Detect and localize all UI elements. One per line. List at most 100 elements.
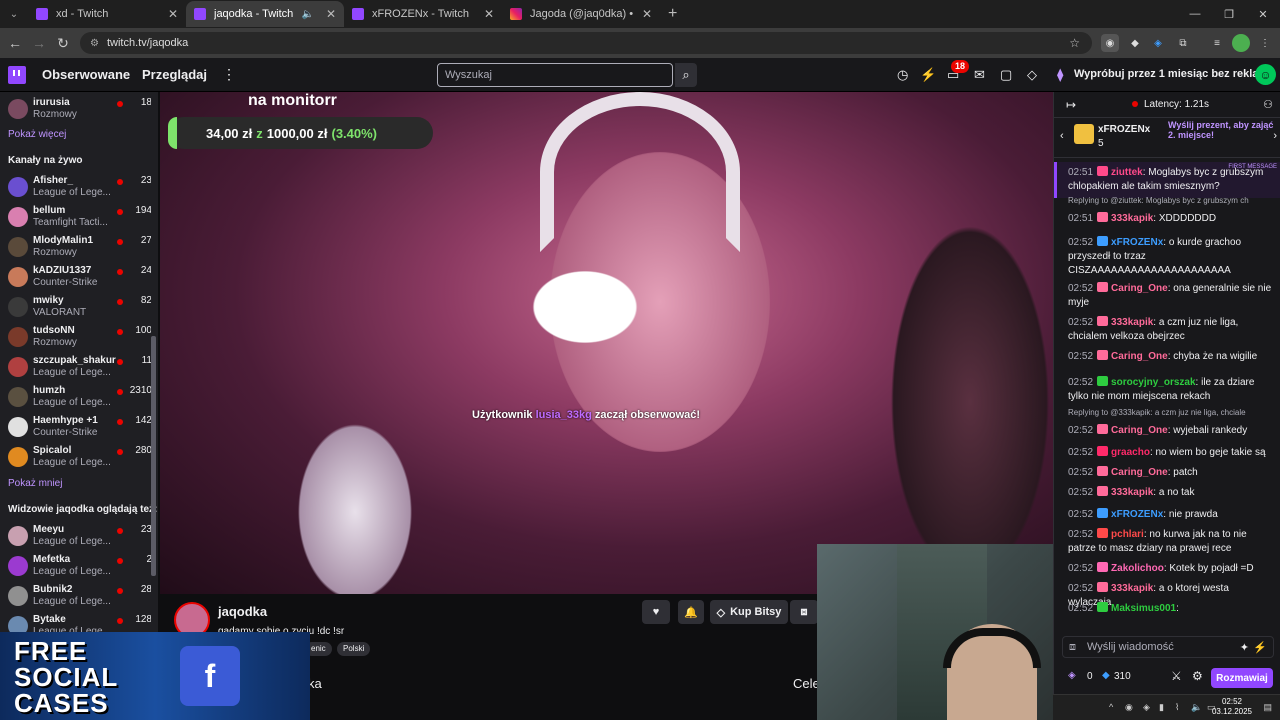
sidebar-channel[interactable]: mwiky VALORANT 82 bbox=[6, 294, 152, 322]
clock[interactable]: 02:52 03.12.2025 bbox=[1212, 697, 1252, 717]
search-input[interactable]: Wyszukaj bbox=[437, 63, 673, 87]
ad-banner[interactable]: FREE SOCIAL CASES f bbox=[0, 632, 310, 720]
sidebar-channel[interactable]: Haemhype +1 Counter-Strike 142 bbox=[6, 414, 152, 442]
chat-badge-icon[interactable] bbox=[1097, 424, 1109, 434]
close-tab-icon[interactable]: ✕ bbox=[484, 7, 494, 21]
chat-badge-icon[interactable] bbox=[1097, 316, 1109, 326]
chevron-left-icon[interactable]: ‹ bbox=[1060, 130, 1064, 142]
inbox-icon[interactable]: ▢ bbox=[1000, 67, 1012, 83]
tray-volume-icon[interactable]: 🔈 bbox=[1191, 702, 1202, 713]
restore-icon[interactable]: ❐ bbox=[1212, 0, 1246, 28]
chat-input[interactable]: ⧈ Wyślij wiadomość ✦ ⚡ bbox=[1062, 636, 1274, 658]
buy-bits-button[interactable]: ◇ Kup Bitsy bbox=[710, 600, 788, 624]
chat-badge-icon[interactable] bbox=[1097, 562, 1109, 572]
message-username[interactable]: Caring_One bbox=[1111, 425, 1168, 436]
drops-icon[interactable]: ◇ bbox=[1027, 67, 1037, 83]
emote-icon[interactable]: ✦ bbox=[1240, 641, 1249, 654]
sidebar-channel[interactable]: Bubnik2 League of Lege... 28 bbox=[6, 583, 152, 611]
browser-tab[interactable]: xFROZENx - Twitch ✕ bbox=[344, 1, 502, 27]
reply-context[interactable]: Replying to @333kapik: a czm juz nie lig… bbox=[1068, 408, 1274, 417]
sidebar-channel[interactable]: Meeyu League of Lege... 23 bbox=[6, 523, 152, 551]
chevron-right-icon[interactable]: › bbox=[1273, 130, 1277, 142]
close-tab-icon[interactable]: ✕ bbox=[642, 7, 652, 21]
chat-badge-icon[interactable] bbox=[1097, 350, 1109, 360]
site-info-icon[interactable]: ⚙ bbox=[90, 38, 99, 49]
sidebar-channel[interactable]: szczupak_shakur League of Lege... 11 bbox=[6, 354, 152, 382]
extension-icon[interactable]: ◆ bbox=[1126, 34, 1144, 52]
tray-app-icon[interactable]: ◈ bbox=[1143, 702, 1150, 713]
tray-microphone-icon[interactable]: ▮ bbox=[1159, 702, 1164, 713]
extensions-puzzle-icon[interactable]: ⧉ bbox=[1174, 34, 1192, 52]
user-avatar[interactable]: ☺ bbox=[1255, 64, 1276, 85]
chat-badge-icon[interactable] bbox=[1097, 508, 1109, 518]
sidebar-channel[interactable]: tudsoNN Rozmowy 100 bbox=[6, 324, 152, 352]
twitch-logo-icon[interactable] bbox=[8, 66, 26, 84]
message-username[interactable]: 333kapik bbox=[1111, 317, 1153, 328]
back-icon[interactable]: ← bbox=[3, 35, 27, 51]
message-username[interactable]: Caring_One bbox=[1111, 467, 1168, 478]
sidebar-channel[interactable]: irurusia Rozmowy 18 bbox=[6, 96, 152, 124]
sidebar-channel[interactable]: bellum Teamfight Tacti... 194 bbox=[6, 204, 152, 232]
chat-badge-icon[interactable] bbox=[1097, 528, 1109, 538]
sidebar-scrollbar[interactable] bbox=[151, 92, 156, 632]
stream-tag[interactable]: Polski bbox=[337, 642, 371, 656]
sidebar-channel[interactable]: Bytake League of Lege... 128 bbox=[6, 613, 152, 632]
community-icon[interactable]: ⚇ bbox=[1263, 98, 1273, 111]
message-username[interactable]: xFROZENx bbox=[1111, 237, 1163, 248]
bookmark-star-icon[interactable]: ☆ bbox=[1069, 36, 1080, 50]
reload-icon[interactable]: ↻ bbox=[51, 35, 75, 52]
message-username[interactable]: sorocyjny_orszak bbox=[1111, 377, 1196, 388]
turbo-promo-button[interactable]: Wypróbuj przez 1 miesiąc bez reklam bbox=[1074, 68, 1268, 80]
gift-prompt[interactable]: Wyślij prezent, aby zająć 2. miejsce! bbox=[1168, 120, 1276, 140]
tray-chevron-icon[interactable]: ^ bbox=[1109, 702, 1113, 712]
close-tab-icon[interactable]: ✕ bbox=[168, 7, 178, 21]
sidebar-channel[interactable]: Spicalol League of Lege... 280 bbox=[6, 444, 152, 472]
message-username[interactable]: 333kapik bbox=[1111, 487, 1153, 498]
sidebar-channel[interactable]: humzh League of Lege... 2310 bbox=[6, 384, 152, 412]
chat-badge-icon[interactable] bbox=[1097, 446, 1109, 456]
gift-icon[interactable]: ⧈ bbox=[790, 600, 818, 624]
sidebar-channel[interactable]: MlodyMalin1 Rozmowy 27 bbox=[6, 234, 152, 262]
nav-browse[interactable]: Przeglądaj bbox=[142, 67, 207, 82]
chat-send-button[interactable]: Rozmawiaj bbox=[1211, 668, 1273, 688]
browser-tab[interactable]: xd - Twitch ✕ bbox=[28, 1, 186, 27]
message-username[interactable]: Caring_One bbox=[1111, 283, 1168, 294]
chat-settings-small-icon[interactable]: ⧈ bbox=[1069, 641, 1076, 654]
chat-settings-icon[interactable]: ⚙ bbox=[1192, 669, 1203, 683]
browser-tab-active[interactable]: jaqodka - Twitch 🔈 ✕ bbox=[186, 1, 344, 27]
more-menu-icon[interactable]: ⋮ bbox=[222, 66, 236, 83]
activity-icon[interactable]: ◷ bbox=[897, 67, 908, 83]
close-window-icon[interactable]: ✕ bbox=[1246, 0, 1280, 28]
tray-wifi-icon[interactable]: ⌇ bbox=[1175, 702, 1179, 713]
tab-list-icon[interactable]: ≡ bbox=[1208, 34, 1226, 52]
message-username[interactable]: Maksimus001 bbox=[1111, 603, 1176, 614]
browser-menu-icon[interactable]: ⋮ bbox=[1256, 34, 1274, 52]
message-username[interactable]: 333kapik bbox=[1111, 583, 1153, 594]
message-username[interactable]: Zakolichoo bbox=[1111, 563, 1164, 574]
new-tab-icon[interactable]: + bbox=[668, 5, 677, 23]
whispers-icon[interactable]: ✉ bbox=[974, 67, 985, 83]
message-username[interactable]: Caring_One bbox=[1111, 351, 1168, 362]
forward-icon[interactable]: → bbox=[27, 35, 51, 51]
profile-icon[interactable] bbox=[1232, 34, 1250, 52]
sidebar-channel[interactable]: Afisher_ League of Lege... 23 bbox=[6, 174, 152, 202]
scrollbar-thumb[interactable] bbox=[151, 336, 156, 576]
chat-badge-icon[interactable] bbox=[1097, 466, 1109, 476]
channel-points-icon[interactable]: ◈ bbox=[1068, 670, 1076, 681]
tray-app-icon[interactable]: ◉ bbox=[1125, 702, 1133, 713]
chat-badge-icon[interactable] bbox=[1097, 236, 1109, 246]
tab-search-icon[interactable]: ⌄ bbox=[6, 6, 22, 22]
message-username[interactable]: pchlari bbox=[1111, 529, 1144, 540]
url-field[interactable]: ⚙ twitch.tv/jaqodka ☆ bbox=[80, 32, 1092, 54]
chat-badge-icon[interactable] bbox=[1097, 212, 1109, 222]
bits-icon[interactable]: ⚡ bbox=[920, 67, 936, 83]
message-username[interactable]: 333kapik bbox=[1111, 213, 1153, 224]
sidebar-channel[interactable]: Mefetka League of Lege... 2 bbox=[6, 553, 152, 581]
extension-icon[interactable]: ◈ bbox=[1149, 34, 1167, 52]
speaker-icon[interactable]: 🔈 bbox=[301, 9, 313, 20]
notification-bell-icon[interactable]: 🔔 bbox=[678, 600, 704, 624]
chat-badge-icon[interactable] bbox=[1097, 166, 1109, 176]
bits-cheer-icon[interactable]: ⚡ bbox=[1253, 641, 1267, 654]
sidebar-channel[interactable]: kADZIU1337 Counter-Strike 24 bbox=[6, 264, 152, 292]
chat-badge-icon[interactable] bbox=[1097, 282, 1109, 292]
